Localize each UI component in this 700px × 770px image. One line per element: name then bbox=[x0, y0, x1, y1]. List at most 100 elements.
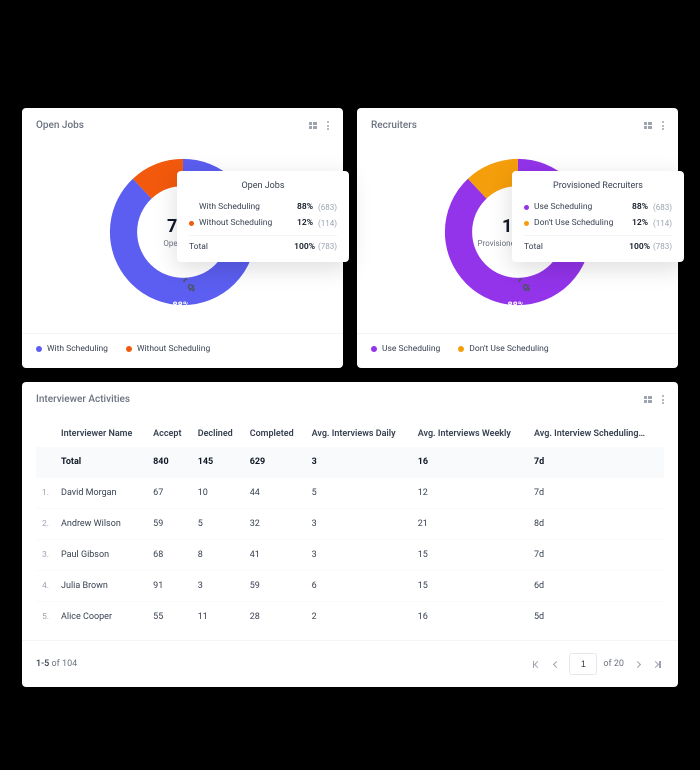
cell: Alice Cooper bbox=[55, 602, 147, 633]
cell: 91 bbox=[147, 571, 192, 602]
col-completed[interactable]: Completed bbox=[244, 421, 306, 447]
donut-pct-a: 88% bbox=[173, 301, 190, 311]
row-index: 2. bbox=[36, 509, 55, 540]
table-row[interactable]: 4.Julia Brown913596156d bbox=[36, 571, 664, 602]
page-input[interactable] bbox=[569, 653, 597, 675]
row-index: 5. bbox=[36, 602, 55, 633]
legend-item: Without Scheduling bbox=[126, 344, 210, 354]
cell: 7d bbox=[528, 447, 664, 478]
cell: 5 bbox=[306, 478, 412, 509]
popover-pct: 88% bbox=[632, 202, 648, 212]
legend-dot bbox=[524, 221, 529, 226]
popover-total-label: Total bbox=[524, 242, 543, 252]
cell: 44 bbox=[244, 478, 306, 509]
page-first-button[interactable] bbox=[529, 657, 543, 671]
open-jobs-card: Open Jobs 783 Open Jobs 12% 88% bbox=[22, 108, 343, 368]
cell: 67 bbox=[147, 478, 192, 509]
card-header: Open Jobs bbox=[22, 108, 343, 139]
page-prev-button[interactable] bbox=[549, 657, 563, 671]
cursor-icon bbox=[181, 276, 197, 292]
cell: 6 bbox=[306, 571, 412, 602]
cell: 7d bbox=[528, 540, 664, 571]
cell: 28 bbox=[244, 602, 306, 633]
recruiters-card: Recruiters 121 Provisioned Recruiters 12… bbox=[357, 108, 678, 368]
cell: 15 bbox=[412, 540, 528, 571]
pagination-range: 1-5 of 104 bbox=[36, 659, 77, 669]
header-actions bbox=[644, 121, 664, 130]
popover-label: Use Scheduling bbox=[534, 202, 627, 212]
kebab-menu-icon[interactable] bbox=[327, 121, 329, 130]
legend-dot bbox=[36, 346, 42, 352]
cell: 10 bbox=[192, 478, 244, 509]
interviewer-activities-card: Interviewer Activities Interviewer Name … bbox=[22, 382, 678, 687]
chart-options-icon[interactable] bbox=[644, 122, 652, 129]
page-next-button[interactable] bbox=[630, 657, 644, 671]
col-accept[interactable]: Accept bbox=[147, 421, 192, 447]
table-row[interactable]: 1.David Morgan6710445127d bbox=[36, 478, 664, 509]
cell: 3 bbox=[192, 571, 244, 602]
cell: 68 bbox=[147, 540, 192, 571]
table-wrap: Interviewer Name Accept Declined Complet… bbox=[22, 413, 678, 640]
page-last-button[interactable] bbox=[650, 657, 664, 671]
legend-dot bbox=[524, 205, 529, 210]
popover-total-pct: 100% bbox=[629, 242, 650, 252]
cell: 55 bbox=[147, 602, 192, 633]
cell: 12 bbox=[412, 478, 528, 509]
card-header: Interviewer Activities bbox=[22, 382, 678, 413]
donut-pct-b: 12% bbox=[507, 150, 524, 160]
table-row[interactable]: 3.Paul Gibson688413157d bbox=[36, 540, 664, 571]
row-index: 1. bbox=[36, 478, 55, 509]
legend-label: With Scheduling bbox=[47, 344, 108, 354]
legend-label: Without Scheduling bbox=[137, 344, 210, 354]
cell: 16 bbox=[412, 602, 528, 633]
popover-pct: 12% bbox=[297, 218, 313, 228]
chart-options-icon[interactable] bbox=[309, 122, 317, 129]
cell: Julia Brown bbox=[55, 571, 147, 602]
chart-area: 121 Provisioned Recruiters 12% 88% Provi… bbox=[357, 139, 678, 333]
cell: 6d bbox=[528, 571, 664, 602]
cell: 840 bbox=[147, 447, 192, 478]
popover-row: Without Scheduling 12% (114) bbox=[189, 215, 337, 231]
popover-pct: 88% bbox=[297, 202, 313, 212]
kebab-menu-icon[interactable] bbox=[662, 395, 664, 404]
col-daily[interactable]: Avg. Interviews Daily bbox=[306, 421, 412, 447]
header-actions bbox=[644, 395, 664, 404]
legend-label: Use Scheduling bbox=[382, 344, 440, 354]
cell: 59 bbox=[147, 509, 192, 540]
popover-total: Total 100%(783) bbox=[189, 235, 337, 252]
card-title: Open Jobs bbox=[36, 120, 84, 131]
legend-label: Don't Use Scheduling bbox=[469, 344, 548, 354]
col-sched[interactable]: Avg. Interview Scheduling… bbox=[528, 421, 664, 447]
cell: 8 bbox=[192, 540, 244, 571]
table-total-row: Total 840 145 629 3 16 7d bbox=[36, 447, 664, 478]
popover-label: Without Scheduling bbox=[199, 218, 292, 228]
cell: 21 bbox=[412, 509, 528, 540]
popover-total-pct: 100% bbox=[294, 242, 315, 252]
card-title: Interviewer Activities bbox=[36, 394, 130, 405]
donut-pct-a: 88% bbox=[508, 301, 525, 311]
popover-total-label: Total bbox=[189, 242, 208, 252]
col-name[interactable]: Interviewer Name bbox=[55, 421, 147, 447]
legend-dot bbox=[458, 346, 464, 352]
legend-dot bbox=[189, 205, 194, 210]
recruiters-popover: Provisioned Recruiters Use Scheduling 88… bbox=[512, 171, 684, 262]
header-actions bbox=[309, 121, 329, 130]
kebab-menu-icon[interactable] bbox=[662, 121, 664, 130]
cell: 5d bbox=[528, 602, 664, 633]
cell: 59 bbox=[244, 571, 306, 602]
popover-count: (683) bbox=[318, 203, 337, 212]
table-row[interactable]: 2.Andrew Wilson595323218d bbox=[36, 509, 664, 540]
cell: 32 bbox=[244, 509, 306, 540]
pagination: of 20 bbox=[529, 653, 664, 675]
col-weekly[interactable]: Avg. Interviews Weekly bbox=[412, 421, 528, 447]
popover-total-count: (783) bbox=[653, 242, 672, 251]
donut-pct-b: 12% bbox=[172, 150, 189, 160]
col-declined[interactable]: Declined bbox=[192, 421, 244, 447]
cell: Total bbox=[55, 447, 147, 478]
chart-options-icon[interactable] bbox=[644, 396, 652, 403]
legend-item: Use Scheduling bbox=[371, 344, 440, 354]
table-row[interactable]: 5.Alice Cooper5511282165d bbox=[36, 602, 664, 633]
cell: 15 bbox=[412, 571, 528, 602]
card-footer: 1-5 of 104 of 20 bbox=[22, 640, 678, 687]
chart-area: 783 Open Jobs 12% 88% Open Jobs With Sch… bbox=[22, 139, 343, 333]
